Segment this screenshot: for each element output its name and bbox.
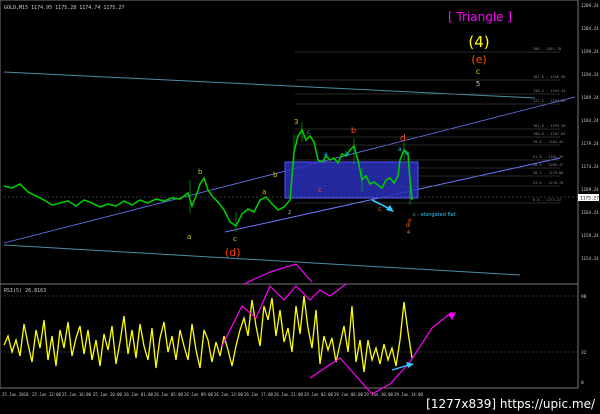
svg-text:32: 32: [581, 350, 587, 356]
wave-c-label: c: [307, 129, 310, 136]
svg-text:25 Jun 16:00: 25 Jun 16:00: [62, 392, 91, 397]
fib-upper-1: 200 - 1201.78: [533, 47, 561, 51]
svg-text:26 Jun 21:00: 26 Jun 21:00: [274, 392, 303, 397]
pattern-title: [ Triangle ]: [448, 10, 512, 24]
svg-text:1184.24: 1184.24: [581, 118, 599, 123]
svg-text:1164.24: 1164.24: [581, 210, 599, 215]
svg-text:29 Jun 10:00: 29 Jun 10:00: [364, 392, 393, 397]
svg-text:1169.24: 1169.24: [581, 187, 599, 192]
wave-b-cyan-label: b: [405, 150, 409, 157]
wave-b-red-label: b: [351, 126, 356, 135]
time-axis: 25 Jun 2018 25 Jun 12:00 25 Jun 16:00 25…: [2, 392, 423, 397]
wave-a-cyan-label: a: [398, 146, 402, 153]
fib-level-7: 23.6 - 1176.76: [533, 181, 563, 185]
svg-text:1209.24: 1209.24: [581, 3, 599, 8]
mid-a-label: a: [262, 188, 266, 196]
paren-d-label: (d): [225, 246, 241, 259]
svg-text:1199.24: 1199.24: [581, 49, 599, 54]
svg-text:1154.24: 1154.24: [581, 256, 599, 261]
wave-c-small-label: c: [318, 186, 322, 194]
svg-text:1194.24: 1194.24: [581, 72, 599, 77]
chart-canvas[interactable]: GOLD,M15 1174.95 1175.28 1174.74 1175.27…: [0, 0, 600, 414]
fib-level-8: 0.0 - 1173.22: [533, 198, 561, 202]
fib-level-1: 161.8 - 1199.39: [533, 124, 565, 128]
current-price-value: 1175.27: [580, 196, 599, 202]
wave-3-label: 3: [294, 118, 298, 126]
fib-level-3: 78.6 - 1184.44: [533, 140, 563, 144]
svg-text:26 Jun 09:00: 26 Jun 09:00: [184, 392, 213, 397]
fib-level-2: 100.0 - 1187.65: [533, 132, 565, 136]
wave-5-label: 5: [476, 80, 480, 88]
fib-upper-2: 161.8 - 1196.58: [533, 75, 565, 79]
rsi-axis: 98 32 0: [581, 294, 587, 386]
svg-text:26 Jun 17:00: 26 Jun 17:00: [244, 392, 273, 397]
price-axis: 1209.24 1204.24 1199.24 1194.24 1189.24 …: [581, 3, 599, 261]
svg-text:29 Jun 02:00: 29 Jun 02:00: [304, 392, 333, 397]
svg-text:25 Jun 20:00: 25 Jun 20:00: [93, 392, 122, 397]
target-zone-box: [284, 161, 419, 199]
left-a-label: a: [187, 233, 191, 241]
svg-text:26 Jun 05:00: 26 Jun 05:00: [154, 392, 183, 397]
wave-a-label: a: [324, 151, 328, 158]
wave-degree-label: (4): [468, 33, 489, 51]
mid-b-label: b: [273, 171, 278, 179]
fib-level-6: 38.2 - 1178.88: [533, 171, 563, 175]
svg-text:1174.24: 1174.24: [581, 164, 599, 169]
main-chart-panel: [0, 0, 579, 285]
svg-text:29 Jun 06:00: 29 Jun 06:00: [334, 392, 363, 397]
fib-upper-4: 127.2 - 1192.38: [533, 99, 565, 103]
svg-text:98: 98: [581, 294, 587, 300]
wave-2-label: 2: [288, 210, 291, 216]
svg-text:26 Jun 13:00: 26 Jun 13:00: [214, 392, 243, 397]
fib-level-5: 50.0 - 1180.47: [533, 163, 563, 167]
svg-text:0: 0: [581, 380, 584, 386]
fib-level-4: 61.8 - 1182.39: [533, 155, 563, 159]
left-c-label: c: [233, 235, 237, 243]
rsi-label: RSI(5) 26.8163: [4, 288, 46, 294]
wave-d-red-label: d: [400, 134, 406, 144]
svg-text:1159.24: 1159.24: [581, 233, 599, 238]
elongated-flat-note: c - elongated flat: [413, 212, 456, 218]
left-b-label: b: [198, 168, 203, 176]
wave-b-label: b: [345, 151, 349, 158]
fib-upper-3: 138.2 - 1194.44: [533, 89, 565, 93]
svg-text:1189.24: 1189.24: [581, 95, 599, 100]
wave-e-label: e: [408, 217, 412, 224]
symbol-header: GOLD,M15 1174.95 1175.28 1174.74 1175.27: [4, 5, 124, 11]
svg-text:29 Jun 14:00: 29 Jun 14:00: [394, 392, 423, 397]
wave-c-orange-label: c: [378, 205, 382, 213]
c-label: c: [476, 67, 480, 76]
svg-text:1179.24: 1179.24: [581, 141, 599, 146]
svg-text:25 Jun 2018: 25 Jun 2018: [2, 392, 29, 397]
wave-4-label: 4: [407, 230, 410, 236]
svg-text:1204.24: 1204.24: [581, 26, 599, 31]
image-source-footer: [1277x839] https://upic.me/: [424, 396, 597, 412]
svg-text:26 Jun 01:00: 26 Jun 01:00: [124, 392, 153, 397]
wave-sub-label: (e): [471, 53, 486, 66]
svg-text:25 Jun 12:00: 25 Jun 12:00: [32, 392, 61, 397]
